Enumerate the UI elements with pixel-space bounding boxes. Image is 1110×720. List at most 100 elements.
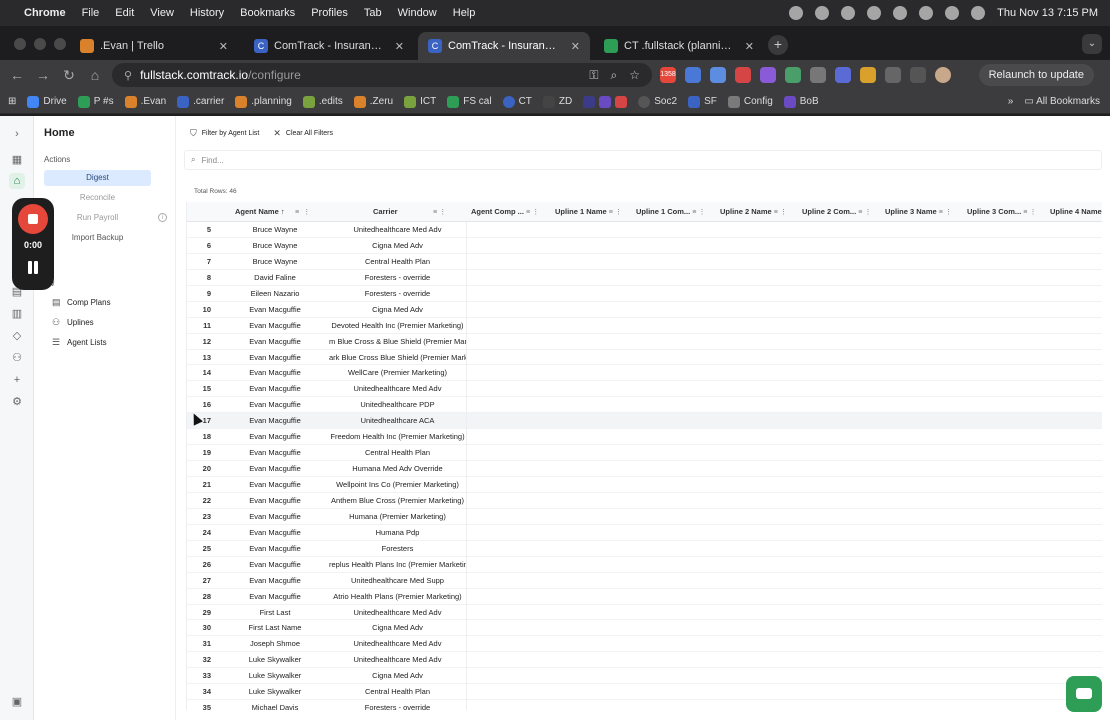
extension-icon[interactable] [785,67,801,83]
download-icon[interactable] [910,67,926,83]
menu-dots-icon[interactable]: ⋮ [615,209,622,216]
chat-button[interactable] [1066,676,1102,712]
filter-icon[interactable]: ≡ [295,209,299,216]
back-icon[interactable]: ← [4,67,30,83]
filter-icon[interactable]: ≡ [939,209,943,216]
menu-dots-icon[interactable]: ⋮ [864,209,871,216]
tag-icon[interactable]: ◇ [9,328,25,344]
table-row[interactable]: 18 Evan Macguffie Freedom Health Inc (Prem… [187,429,1102,446]
table-row[interactable]: 7 Bruce Wayne Central Health Plan [187,253,1102,270]
table-row[interactable]: 28 Evan Macguffie Atrio Health Plans (Prem… [187,588,1102,605]
bookmark-zeru[interactable]: .Zeru [353,95,393,108]
column-header-upline-4-name[interactable]: Upline 4 Name [1050,202,1102,222]
bookmark-icons-group[interactable] [583,95,628,108]
close-tab-icon[interactable]: ✕ [219,40,228,53]
table-row[interactable]: 26 Evan Macguffie replus Health Plans Inc … [187,556,1102,573]
calendar-icon[interactable]: ▣ [9,694,25,710]
extension-icon[interactable] [685,67,701,83]
menu-dots-icon[interactable]: ⋮ [698,209,705,216]
table-row[interactable]: 29 First Last Unitedhealthcare Med Adv [187,604,1102,621]
table-row[interactable]: 24 Evan Macguffie Humana Pdp [187,524,1102,541]
column-header-upline-3-name[interactable]: Upline 3 Name ≡ ⋮ [885,202,967,222]
bookmark-fs-cal[interactable]: FS cal [447,95,492,108]
close-tab-icon[interactable]: ✕ [745,40,754,53]
table-row[interactable]: 17 Evan Macguffie Unitedhealthcare ACA [187,413,1102,430]
bookmark-p-numbers[interactable]: P #s [77,95,114,108]
document-icon[interactable]: ▥ [9,306,25,322]
table-row[interactable]: 20 Evan Macguffie Humana Med Adv Override [187,461,1102,477]
column-header-upline-2-name[interactable]: Upline 2 Name ≡ ⋮ [720,202,802,222]
bookmark-drive[interactable]: Drive [27,95,67,108]
table-row[interactable]: 19 Evan Macguffie Central Health Plan [187,445,1102,462]
table-row[interactable]: 9 Eileen Nazario Foresters - override [187,285,1102,302]
extension-badge-icon[interactable]: 1358 [660,67,676,83]
find-input[interactable] [201,155,502,165]
pause-icon[interactable] [26,261,40,275]
menu-dots-icon[interactable]: ⋮ [303,209,310,216]
extension-icon[interactable] [760,67,776,83]
menubar-clock[interactable]: Thu Nov 13 7:15 PM [997,7,1098,19]
table-row[interactable]: 6 Bruce Wayne Cigna Med Adv [187,237,1102,254]
table-row[interactable]: 11 Evan Macguffie Devoted Health Inc (Prem… [187,317,1102,334]
plus-icon[interactable]: + [9,372,25,388]
bookmark-ct[interactable]: CT [502,95,532,108]
filter-icon[interactable]: ≡ [774,209,778,216]
bookmark-evan[interactable]: .Evan [124,95,166,108]
home-icon[interactable]: ⌂ [82,67,108,83]
filter-by-agent-list-button[interactable]: ⛉ Filter by Agent List [190,128,259,139]
filter-icon[interactable]: ≡ [526,209,530,216]
menu-help[interactable]: Help [453,7,476,19]
reload-icon[interactable]: ↻ [56,67,82,84]
address-bar[interactable]: ⚲ fullstack.comtrack.io/configure ⚿ ⌕ ☆ [112,63,652,87]
tab-comtrack-active[interactable]: C ComTrack - Insurance Comm ✕ [418,32,590,60]
relaunch-button[interactable]: Relaunch to update [978,64,1094,86]
table-row[interactable]: 27 Evan Macguffie Unitedhealthcare Med Sup… [187,572,1102,589]
menu-dots-icon[interactable]: ⋮ [532,209,539,216]
bookmark-carrier[interactable]: .carrier [177,95,224,108]
filter-icon[interactable]: ≡ [1023,209,1027,216]
table-row[interactable]: 10 Evan Macguffie Cigna Med Adv [187,301,1102,318]
table-row[interactable]: 25 Evan Macguffie Foresters [187,540,1102,557]
menu-edit[interactable]: Edit [115,7,134,19]
tab-trello-planning[interactable]: CT .fullstack (planning) | Trel ✕ [594,32,764,60]
tab-search-button[interactable]: ⌄ [1082,34,1102,54]
bookmark-sf[interactable]: SF [688,95,717,108]
table-row[interactable]: 34 Luke Skywalker Central Health Plan [187,684,1102,701]
menu-dots-icon[interactable]: ⋮ [780,209,787,216]
table-row[interactable]: 22 Evan Macguffie Anthem Blue Cross (Premi… [187,492,1102,509]
filter-icon[interactable]: ≡ [858,209,862,216]
home-icon[interactable]: ⌂ [9,173,25,189]
column-header-agent-comp[interactable]: Agent Comp ... ≡ ⋮ [471,202,555,222]
table-row[interactable]: 33 Luke Skywalker Cigna Med Adv [187,668,1102,685]
bookmark-bob[interactable]: BoB [783,95,819,108]
menu-window[interactable]: Window [398,7,437,19]
column-header-upline-1-name[interactable]: Upline 1 Name ≡ ⋮ [555,202,637,222]
bookmark-ict[interactable]: ICT [404,95,436,108]
menu-app[interactable]: Chrome [24,7,66,19]
close-tab-icon[interactable]: ✕ [571,40,580,53]
search-icon[interactable] [945,6,960,20]
puzzle-icon[interactable] [885,67,901,83]
column-header-agent-name[interactable]: Agent Name ↑ ≡ ⋮ [235,202,335,222]
filter-icon[interactable]: ≡ [692,209,696,216]
apps-icon[interactable]: ⊞ [8,96,16,107]
table-row[interactable]: 14 Evan Macguffie WellCare (Premier Market… [187,365,1102,382]
all-bookmarks-folder[interactable]: » ▭ All Bookmarks [1008,96,1100,107]
camera-icon[interactable] [815,6,830,20]
menu-tab[interactable]: Tab [364,7,382,19]
table-row[interactable]: 16 Evan Macguffie Unitedhealthcare PDP [187,397,1102,414]
bookmark-planning[interactable]: .planning [235,95,292,108]
table-row[interactable]: 23 Evan Macguffie Humana (Premier Marketin… [187,508,1102,525]
nav-home-title[interactable]: Home [44,127,75,139]
password-key-icon[interactable]: ⚿ [589,68,598,83]
bookmark-edits[interactable]: .edits [302,95,343,108]
table-row[interactable]: 13 Evan Macguffie ark Blue Cross Blue Shie… [187,349,1102,366]
extension-icon[interactable] [710,67,726,83]
run-payroll-button[interactable]: Run Payroll [44,210,151,226]
nav-comp-plans[interactable]: ▤ Comp Plans [52,297,111,308]
table-row[interactable]: 5 Bruce Wayne Unitedhealthcare Med Adv [187,222,1102,238]
stop-recording-button[interactable] [18,204,48,234]
menu-view[interactable]: View [150,7,174,19]
menu-dots-icon[interactable]: ⋮ [945,209,952,216]
extension-icon[interactable] [735,67,751,83]
